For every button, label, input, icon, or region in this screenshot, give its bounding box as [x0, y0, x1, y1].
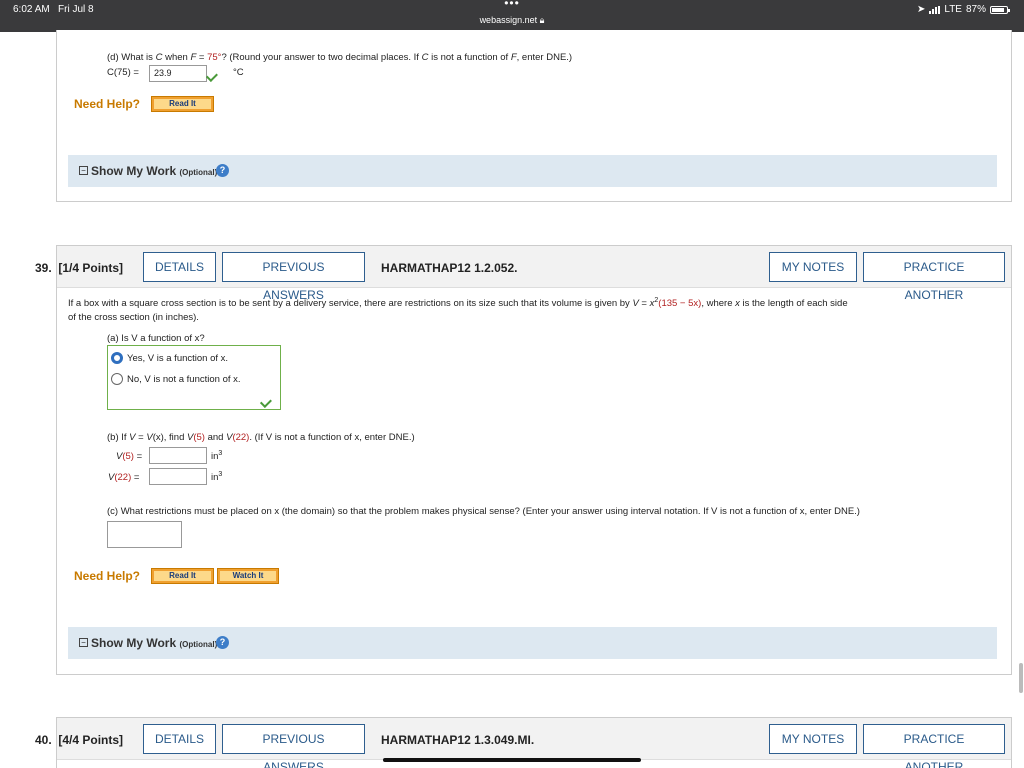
v5-input[interactable]: [149, 447, 207, 464]
expand-icon: −: [79, 638, 88, 647]
q39-practice-another-button[interactable]: PRACTICE ANOTHER: [863, 252, 1005, 302]
correct-check-icon: [212, 68, 226, 78]
v5-label: V(5) =: [116, 451, 143, 462]
q39-stem-line2: of the cross section (in inches).: [68, 312, 199, 323]
status-bar: 6:02 AM Fri Jul 8 ••• webassign.net 🔒︎ ➤…: [0, 0, 1024, 32]
q38-answer-label: C(75) =: [107, 67, 139, 78]
radio-yes[interactable]: [111, 352, 123, 364]
expand-icon: −: [79, 166, 88, 175]
q40-number: 40. [4/4 Points]: [35, 733, 124, 747]
network-label: LTE: [944, 4, 962, 15]
q38-need-help: Need Help?: [74, 97, 141, 111]
q39-read-it-button[interactable]: Read It: [151, 568, 214, 584]
q39-previous-answers-button[interactable]: PREVIOUS ANSWERS: [222, 252, 365, 302]
q40-header: 40. [4/4 Points] DETAILS PREVIOUS ANSWER…: [35, 718, 1011, 768]
q39-stem-line1: If a box with a square cross section is …: [68, 297, 848, 310]
q39-details-button[interactable]: DETAILS: [143, 252, 216, 282]
v5-unit: in3: [211, 450, 223, 463]
v22-label: V(22) =: [108, 472, 140, 483]
q39-header: 39. [1/4 Points] DETAILS PREVIOUS ANSWER…: [35, 246, 1011, 302]
help-question-icon[interactable]: ?: [216, 636, 229, 649]
domain-input[interactable]: [107, 521, 182, 548]
option-no-label[interactable]: No, V is not a function of x.: [127, 374, 241, 385]
q38-read-it-button[interactable]: Read It: [151, 96, 214, 112]
q40-practice-another-button[interactable]: PRACTICE ANOTHER: [863, 724, 1005, 768]
q38-part-d-prompt: (d) What is C when F = 75°? (Round your …: [107, 52, 573, 63]
q39-show-my-work[interactable]: − Show My Work (Optional) ?: [68, 627, 997, 659]
scrollbar-thumb[interactable]: [1019, 663, 1023, 693]
v22-input[interactable]: [149, 468, 207, 485]
battery-icon: [990, 5, 1010, 14]
q40-my-notes-button[interactable]: MY NOTES: [769, 724, 857, 754]
q39-need-help: Need Help?: [74, 569, 141, 583]
home-indicator[interactable]: [383, 758, 641, 762]
multitask-dots[interactable]: •••: [0, 0, 1024, 10]
correct-check-icon: [266, 394, 280, 404]
help-question-icon[interactable]: ?: [216, 164, 229, 177]
radio-no[interactable]: [111, 373, 123, 385]
q39-part-c: (c) What restrictions must be placed on …: [107, 506, 860, 517]
q40-details-button[interactable]: DETAILS: [143, 724, 216, 754]
url-display[interactable]: webassign.net 🔒︎: [0, 15, 1024, 26]
v22-unit: in3: [211, 471, 223, 484]
q39-part-a: (a) Is V a function of x?: [107, 333, 205, 344]
location-icon: ➤: [916, 4, 926, 15]
option-yes-label[interactable]: Yes, V is a function of x.: [127, 353, 228, 364]
q39-part-b: (b) If V = V(x), find V(5) and V(22). (I…: [107, 432, 415, 443]
lock-icon: 🔒︎: [539, 15, 545, 25]
q39-number: 39. [1/4 Points]: [35, 261, 124, 275]
signal-icon: [929, 5, 941, 14]
q39-part-a-options: Yes, V is a function of x. No, V is not …: [107, 345, 281, 410]
q40-code: HARMATHAP12 1.3.049.MI.: [381, 733, 535, 747]
q38-show-my-work[interactable]: − Show My Work (Optional) ?: [68, 155, 997, 187]
q39-code: HARMATHAP12 1.2.052.: [381, 261, 518, 275]
q38-answer-unit: °C: [233, 67, 244, 78]
status-indicators: ➤ LTE 87%: [916, 4, 1010, 15]
q39-my-notes-button[interactable]: MY NOTES: [769, 252, 857, 282]
q40-previous-answers-button[interactable]: PREVIOUS ANSWERS: [222, 724, 365, 768]
q39-watch-it-button[interactable]: Watch It: [217, 568, 279, 584]
battery-percent: 87%: [965, 4, 986, 15]
q38-answer-input[interactable]: 23.9: [149, 65, 207, 82]
